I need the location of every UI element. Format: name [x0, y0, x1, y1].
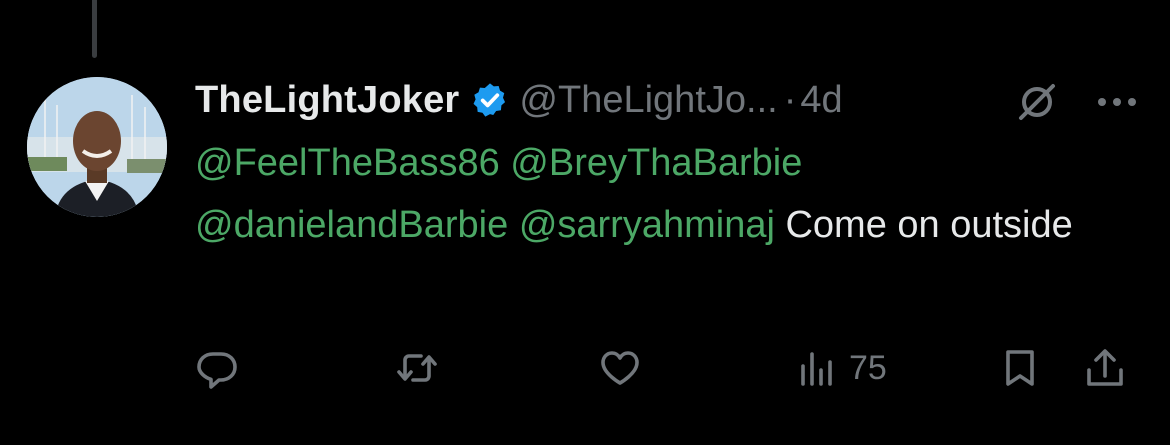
mention-link[interactable]: @BreyThaBarbie [510, 142, 802, 184]
handle[interactable]: @TheLightJo... [519, 79, 777, 122]
reply-icon [197, 352, 237, 389]
post-message: Come on outside [785, 204, 1073, 246]
bookmark-button[interactable] [998, 346, 1042, 390]
reply-button[interactable] [195, 346, 239, 390]
more-options-icon[interactable] [1095, 92, 1139, 112]
views-button[interactable]: 75 [795, 346, 887, 390]
avatar-photo [27, 77, 167, 217]
views-icon [801, 352, 832, 386]
verified-badge-icon[interactable] [471, 81, 509, 119]
timestamp[interactable]: 4d [800, 79, 842, 122]
share-button[interactable] [1083, 346, 1127, 390]
repost-button[interactable] [395, 346, 439, 390]
post-header: TheLightJoker @TheLightJo... · 4d [195, 72, 1155, 128]
mention-link[interactable]: @danielandBarbie [195, 204, 508, 246]
action-bar: 75 [195, 340, 1145, 400]
separator-dot: · [783, 78, 797, 121]
mention-link[interactable]: @FeelTheBass86 [195, 142, 500, 184]
mention-link[interactable]: @sarryahminaj [519, 204, 775, 246]
post-text: @FeelTheBass86 @BreyThaBarbie @danieland… [195, 132, 1125, 256]
mute-icon[interactable] [1015, 80, 1059, 124]
repost-icon [397, 354, 437, 382]
like-button[interactable] [598, 346, 642, 390]
share-icon [1087, 349, 1123, 386]
views-count: 75 [849, 348, 887, 387]
thread-line [92, 0, 97, 58]
avatar[interactable] [27, 77, 167, 217]
bookmark-icon [1006, 350, 1034, 386]
heart-icon [601, 351, 639, 385]
display-name[interactable]: TheLightJoker [195, 79, 459, 122]
